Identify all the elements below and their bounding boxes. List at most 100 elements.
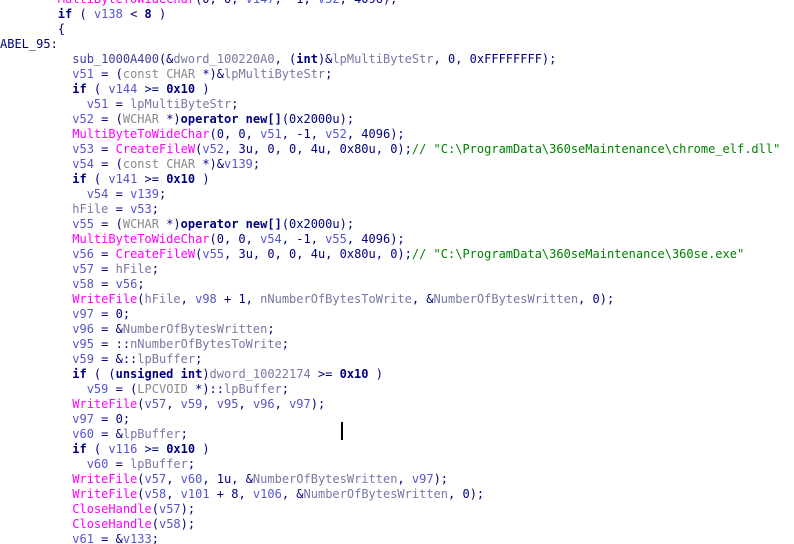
code-token-punc <box>0 97 87 111</box>
code-token-kw: if <box>72 442 87 456</box>
code-token-punc: (0, 0, <box>209 127 261 141</box>
code-line[interactable]: v54 = (const CHAR *)&v139; <box>0 157 780 172</box>
code-line[interactable]: v97 = 0; <box>0 307 780 322</box>
code-line[interactable]: WriteFile(hFile, v98 + 1, nNumberOfBytes… <box>0 292 780 307</box>
code-line[interactable]: v60 = &lpBuffer; <box>0 427 780 442</box>
code-token-punc: , <box>180 292 196 306</box>
code-token-punc: = <box>108 97 131 111</box>
code-token-gvar: NumberOfBytesWritten <box>252 472 398 486</box>
code-token-lvar: v58 <box>144 487 167 501</box>
code-line[interactable]: ABEL_95: <box>0 37 780 52</box>
code-line[interactable]: v61 = &v133; <box>0 532 780 544</box>
code-token-punc: = ( <box>93 112 123 126</box>
code-token-punc: , <box>274 397 290 411</box>
code-token-lvar: v59 <box>72 352 94 366</box>
code-line[interactable]: CloseHandle(v57); <box>0 502 780 517</box>
code-line[interactable]: if ( v138 < 8 ) <box>0 7 780 22</box>
code-line[interactable]: sub_1000A400(&dword_100220A0, (int)&lpMu… <box>0 52 780 67</box>
code-line[interactable]: WriteFile(v57, v60, 1u, &NumberOfBytesWr… <box>0 472 780 487</box>
code-token-punc <box>0 367 72 381</box>
code-token-punc <box>0 472 72 486</box>
code-line[interactable]: v51 = (const CHAR *)&lpMultiByteStr; <box>0 67 780 82</box>
code-line[interactable]: v97 = 0; <box>0 412 780 427</box>
code-line[interactable]: WriteFile(v58, v101 + 8, v106, &NumberOf… <box>0 487 780 502</box>
code-line[interactable]: if ( v144 >= 0x10 ) <box>0 82 780 97</box>
code-token-punc: ) <box>368 367 383 381</box>
code-token-punc: , -1, <box>281 232 326 246</box>
code-token-punc: { <box>0 22 66 36</box>
code-line[interactable]: v60 = lpBuffer; <box>0 457 780 472</box>
code-line[interactable]: MultiByteToWideChar(0, 0, v147, -1, v52,… <box>0 0 780 7</box>
code-token-kw: if <box>72 172 87 186</box>
code-line[interactable]: WriteFile(v57, v59, v95, v96, v97); <box>0 397 780 412</box>
code-token-punc: = ( <box>93 217 123 231</box>
code-token-cmt: // "C:\ProgramData\360seMaintenance\chro… <box>411 142 781 156</box>
code-token-punc: , 0); <box>578 292 615 306</box>
code-line[interactable]: v56 = CreateFileW(v55, 3u, 0, 0, 4u, 0x8… <box>0 247 780 262</box>
code-token-punc: , 3u, 0, 0, 4u, 0x80u, 0); <box>224 142 412 156</box>
code-line[interactable]: v59 = (LPCVOID *)::lpBuffer; <box>0 382 780 397</box>
code-token-gvar: lpBuffer <box>130 457 188 471</box>
code-token-punc: *)& <box>195 157 224 171</box>
code-line[interactable]: hFile = v53; <box>0 202 780 217</box>
code-token-punc: ; <box>325 67 333 81</box>
pseudocode-text[interactable]: MultiByteToWideChar(0, 0, v147, -1, v52,… <box>0 0 780 544</box>
code-token-lvar: v59 <box>180 397 203 411</box>
code-token-cmt: // "C:\ProgramData\360seMaintenance\360s… <box>411 247 745 261</box>
code-token-punc: (0, 0, <box>195 0 246 6</box>
code-line[interactable]: if ( (unsigned int)dword_10022174 >= 0x1… <box>0 367 780 382</box>
code-line[interactable]: if ( v116 >= 0x10 ) <box>0 442 780 457</box>
code-line[interactable]: v57 = hFile; <box>0 262 780 277</box>
code-token-punc: ; <box>151 532 159 544</box>
code-token-punc: = <box>93 277 116 291</box>
code-token-punc: ( <box>86 442 109 456</box>
code-token-lvar: v96 <box>252 397 275 411</box>
code-line[interactable]: v58 = v56; <box>0 277 780 292</box>
code-token-punc: = ( <box>108 382 138 396</box>
code-token-punc: = & <box>93 427 123 441</box>
code-token-func: sub_1000A400 <box>72 52 159 66</box>
code-token-kw: if <box>57 7 73 21</box>
code-token-lvar: v95 <box>216 397 239 411</box>
code-token-lvar: v54 <box>86 187 109 201</box>
code-token-punc: ( <box>137 487 145 501</box>
code-token-punc: *):: <box>187 382 224 396</box>
code-line[interactable]: v53 = CreateFileW(v52, 3u, 0, 0, 4u, 0x8… <box>0 142 780 157</box>
code-line[interactable]: v55 = (WCHAR *)operator new[](0x2000u); <box>0 217 780 232</box>
code-line[interactable]: v51 = lpMultiByteStr; <box>0 97 780 112</box>
code-line[interactable]: if ( v141 >= 0x10 ) <box>0 172 780 187</box>
code-line[interactable]: CloseHandle(v58); <box>0 517 780 532</box>
code-token-lvar: v53 <box>72 142 94 156</box>
code-token-lvar: v56 <box>72 247 94 261</box>
code-line[interactable]: MultiByteToWideChar(0, 0, v54, -1, v55, … <box>0 232 780 247</box>
code-line[interactable]: MultiByteToWideChar(0, 0, v51, -1, v52, … <box>0 127 780 142</box>
code-line[interactable]: v54 = v139; <box>0 187 780 202</box>
code-token-lvar: v139 <box>224 157 253 171</box>
code-token-lvar: v97 <box>289 397 311 411</box>
code-token-punc: ( <box>86 172 109 186</box>
code-token-punc: (& <box>158 52 174 66</box>
code-line[interactable]: v59 = &::lpBuffer; <box>0 352 780 367</box>
code-token-punc: ; <box>281 337 290 351</box>
code-token-api: WriteFile <box>72 397 138 411</box>
code-token-api: WriteFile <box>72 472 138 486</box>
code-token-punc: *) <box>158 217 181 231</box>
code-token-lvar: v53 <box>130 202 152 216</box>
code-token-lvar: v52 <box>318 0 340 6</box>
code-token-type: WCHAR <box>122 112 159 126</box>
code-token-punc: = <box>93 142 116 156</box>
code-token-punc: *)& <box>195 67 224 81</box>
code-line[interactable]: { <box>0 22 780 37</box>
code-token-lvar: v55 <box>202 247 225 261</box>
code-token-num: 0x10 <box>166 442 196 456</box>
code-line[interactable]: v52 = (WCHAR *)operator new[](0x2000u); <box>0 112 780 127</box>
code-token-lvar: v59 <box>86 382 109 396</box>
code-token-punc <box>0 397 72 411</box>
pseudocode-viewport[interactable]: MultiByteToWideChar(0, 0, v147, -1, v52,… <box>0 0 794 544</box>
code-line[interactable]: v95 = ::nNumberOfBytesToWrite; <box>0 337 780 352</box>
code-line[interactable]: v96 = &NumberOfBytesWritten; <box>0 322 780 337</box>
code-token-gvar: lpBuffer <box>122 427 181 441</box>
code-token-lvar: v61 <box>72 532 94 544</box>
code-token-gvar: NumberOfBytesWritten <box>303 487 449 501</box>
code-token-lvar: v58 <box>158 517 181 531</box>
